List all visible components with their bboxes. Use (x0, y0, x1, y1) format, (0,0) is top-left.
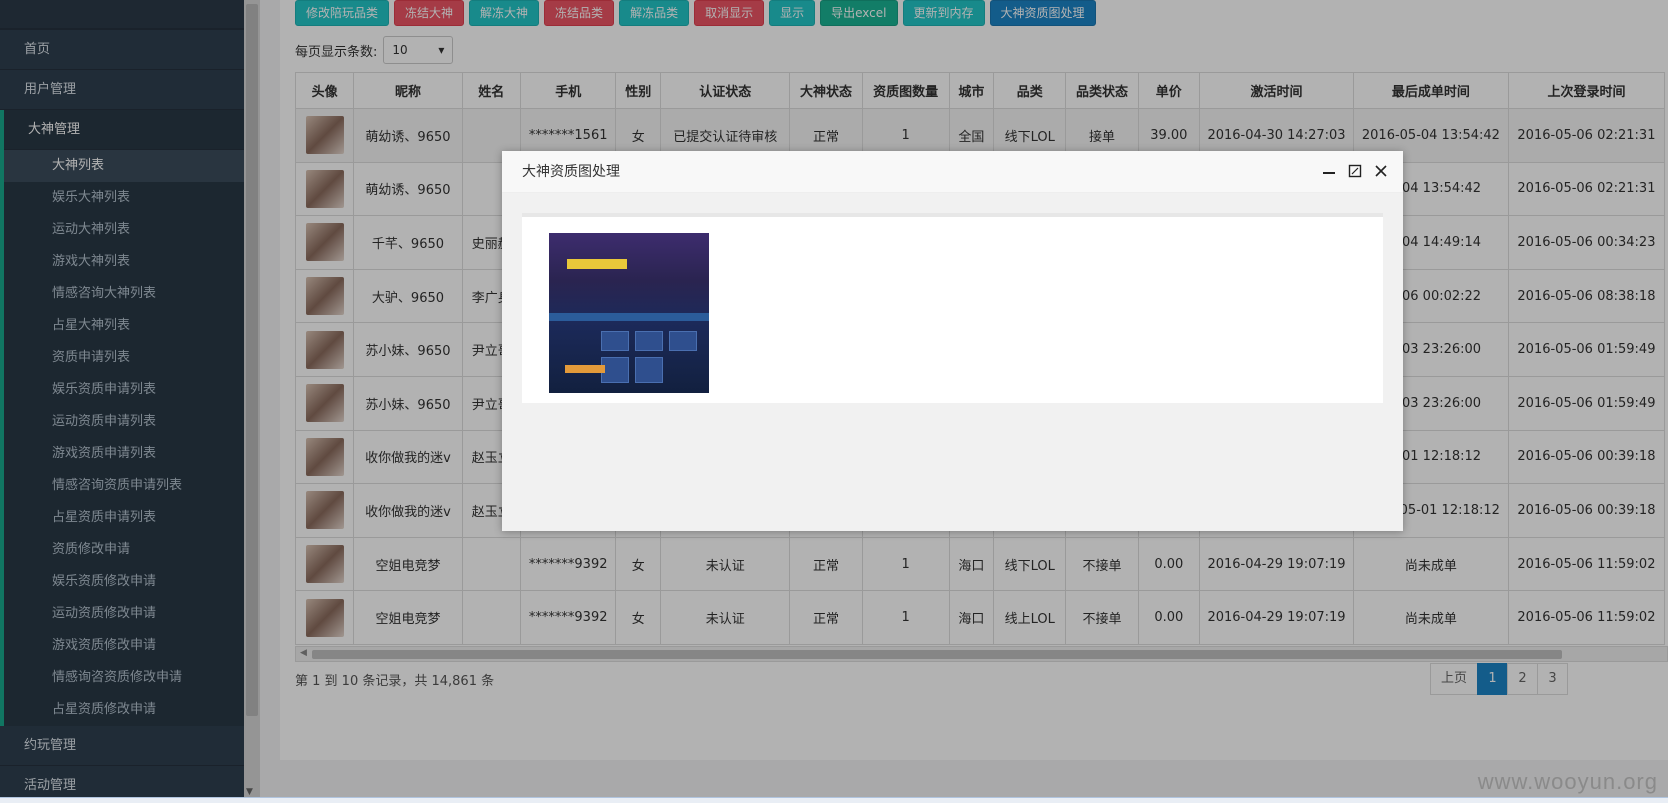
image-panel (601, 357, 629, 383)
modal-controls (1321, 151, 1389, 193)
minimize-icon[interactable] (1321, 164, 1337, 180)
qualification-image-modal: 大神资质图处理 (502, 151, 1403, 531)
image-tabs-band (549, 313, 709, 321)
image-panel (635, 357, 663, 383)
status-bar (0, 797, 1668, 803)
image-panel (635, 331, 663, 351)
watermark: www.wooyun.org (1477, 769, 1658, 794)
close-icon[interactable] (1373, 164, 1389, 180)
qualification-image[interactable] (549, 233, 709, 393)
image-bar (565, 365, 605, 373)
modal-header: 大神资质图处理 (502, 151, 1403, 193)
modal-body (522, 213, 1383, 403)
maximize-icon[interactable] (1347, 164, 1363, 180)
image-panel (669, 331, 697, 351)
modal-title: 大神资质图处理 (522, 164, 620, 180)
image-banner (567, 259, 627, 269)
image-panel (601, 331, 629, 351)
